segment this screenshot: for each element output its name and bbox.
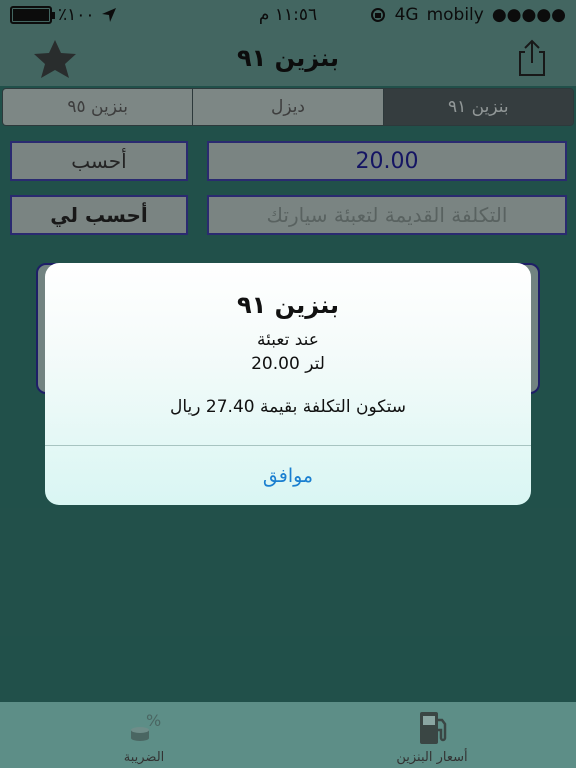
alert-title: بنزين ٩١ (237, 291, 339, 319)
svg-text:%: % (146, 711, 161, 730)
tab-tax-label: الضريبة (123, 750, 165, 765)
fuel-pump-icon (420, 712, 447, 744)
tax-percent-icon: % (131, 711, 161, 741)
alert-message: ستكون التكلفة بقيمة 27.40 ريال (170, 397, 406, 417)
tab-fuel-prices[interactable]: أسعار البنزين (288, 702, 576, 768)
tab-bar: % الضريبة أسعار البنزين (0, 702, 576, 768)
alert-ok-button[interactable]: موافق (45, 446, 531, 505)
alert-line-liters: 20.00 لتر (251, 354, 325, 374)
result-alert: بنزين ٩١ عند تعبئة 20.00 لتر ستكون التكل… (45, 263, 531, 505)
alert-line-filling: عند تعبئة (257, 330, 319, 350)
tab-fuel-prices-label: أسعار البنزين (396, 750, 468, 765)
tab-tax[interactable]: % الضريبة (0, 702, 288, 768)
